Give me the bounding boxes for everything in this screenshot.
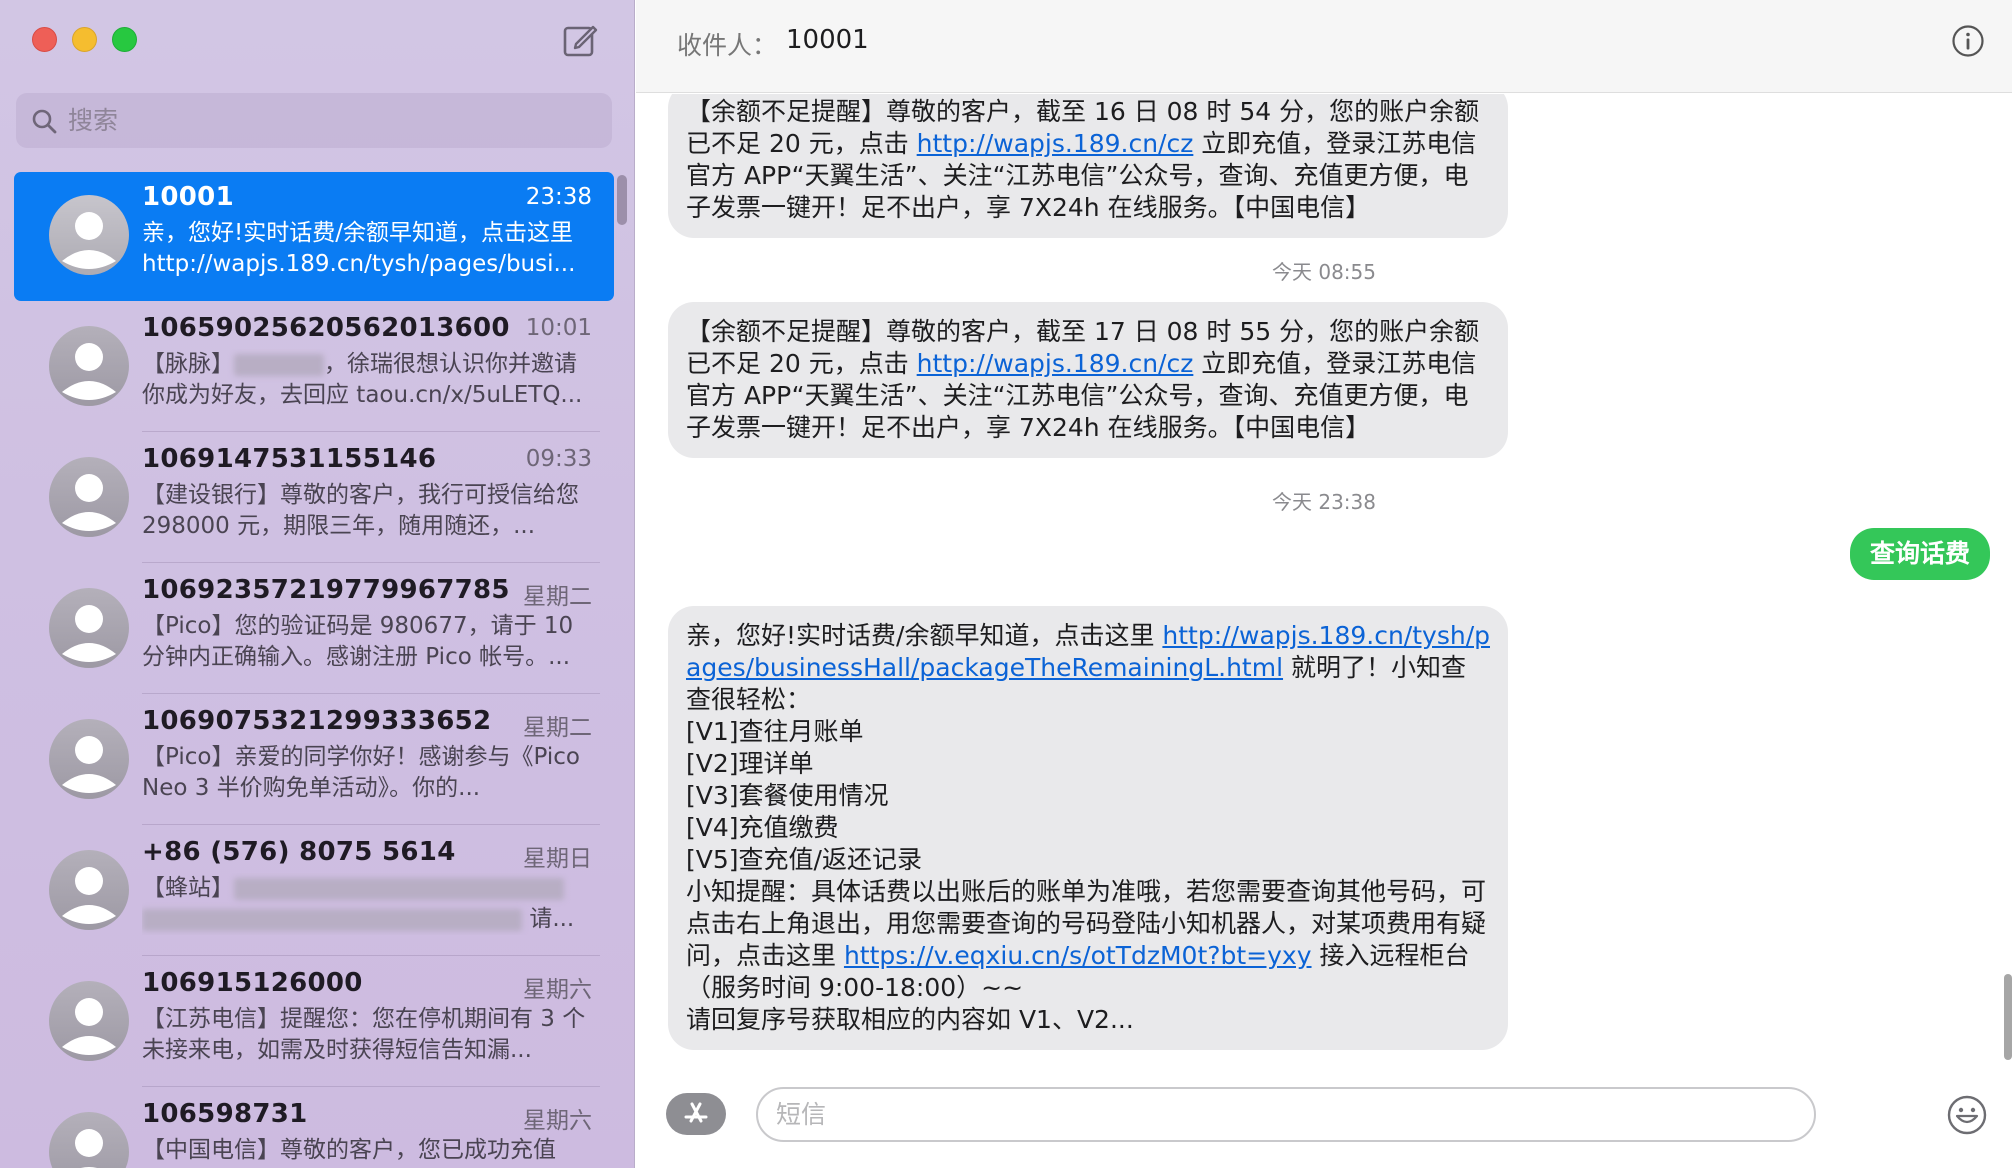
recipient-label: 收件人： <box>677 31 778 60</box>
conversation-preview: 【Pico】亲爱的同学你好！感谢参与《Pico Neo 3 半价购免单活动》。你… <box>142 744 580 801</box>
avatar <box>49 1112 129 1168</box>
conversation-name: +86 (576) 8075 5614 <box>142 837 456 867</box>
conversation-preview: 【江苏电信】提醒您：您在停机期间有 3 个未接来电，如需及时获得短信告知漏... <box>142 1006 586 1063</box>
conversation-time: 星期六 <box>523 1108 592 1134</box>
preview-prefix: 【脉脉】 <box>142 351 234 377</box>
person-icon <box>62 867 116 924</box>
conversation-time: 23:38 <box>525 184 592 210</box>
app-store-icon <box>684 1102 708 1123</box>
search-icon <box>32 109 57 133</box>
preview-text: 请... <box>529 906 575 932</box>
sidebar: 10001 23:38 亲，您好!实时话费/余额早知道，点击这里 http://… <box>0 0 635 1168</box>
window-controls <box>32 27 137 52</box>
message-link[interactable]: http://wapjs.189.cn/cz <box>917 129 1194 158</box>
person-icon <box>62 998 116 1055</box>
person-icon <box>62 736 116 793</box>
person-icon <box>75 1129 103 1168</box>
incoming-message: 亲，您好!实时话费/余额早知道，点击这里 http://wapjs.189.cn… <box>668 606 1508 1050</box>
maximize-window-button[interactable] <box>112 27 137 52</box>
conversation-preview: 【Pico】您的验证码是 980677，请于 10 分钟内正确输入。感谢注册 P… <box>142 613 574 670</box>
avatar <box>49 719 129 799</box>
conversation-time: 星期日 <box>523 846 592 872</box>
message-text: 请回复序号获取相应的内容如 V1、V2... <box>686 1005 1134 1034</box>
message-transcript: 【余额不足提醒】尊敬的客户，截至 16 日 08 时 54 分，您的账户余额已不… <box>636 94 2012 1054</box>
message-link[interactable]: https://v.eqxiu.cn/s/otTdzM0t?bt=yxy <box>844 941 1312 970</box>
message-text: 亲，您好!实时话费/余额早知道，点击这里 <box>686 621 1163 650</box>
transcript-scrollbar[interactable] <box>2004 974 2012 1060</box>
app-store-button[interactable] <box>666 1093 726 1135</box>
conversation-item[interactable]: 1069075321299333652 星期二 【Pico】亲爱的同学你好！感谢… <box>0 694 620 825</box>
conversation-item[interactable]: 1069235721977996778­5 星期二 【Pico】您的验证码是 9… <box>0 563 620 694</box>
conversation-name: 1069075321299333652 <box>142 706 492 736</box>
avatar <box>49 457 129 537</box>
conversation-preview: 【建设银行】尊敬的客户，我行可授信给您 298000 元，期限三年，随用随还，.… <box>142 482 579 539</box>
conversation-preview: 【中国电信】尊敬的客户，您已成功充值 <box>142 1137 556 1163</box>
search-field[interactable] <box>16 93 612 148</box>
conversation-time: 10:01 <box>525 315 592 341</box>
avatar <box>49 326 129 406</box>
minimize-window-button[interactable] <box>72 27 97 52</box>
conversation-name: 1065902562056201360­0 <box>142 313 510 343</box>
sidebar-scrollbar[interactable] <box>617 175 627 225</box>
conversation-name: 106598731 <box>142 1099 308 1129</box>
incoming-message: 【余额不足提醒】尊敬的客户，截至 16 日 08 时 54 分，您的账户余额已不… <box>668 94 1508 238</box>
timestamp: 今天 23:38 <box>1272 490 1376 514</box>
info-icon[interactable] <box>1951 24 1985 58</box>
person-icon <box>62 212 116 269</box>
person-icon <box>62 343 116 400</box>
conversation-preview: 亲，您好!实时话费/余额早知道，点击这里 http://wapjs.189.cn… <box>142 220 576 277</box>
preview-prefix: 【蜂站】 <box>142 875 234 901</box>
conversation-preview: 【脉脉】 ，徐瑞很想认识你并邀请你成为好友，去回应 taou.cn/x/5uLET… <box>142 349 588 411</box>
conversation-preview: 【蜂站】 请... <box>142 873 588 935</box>
conversation-time: 星期六 <box>523 977 592 1003</box>
composer-bar <box>636 1085 2012 1145</box>
person-icon <box>62 474 116 531</box>
recipient-field[interactable]: 10001 <box>786 25 869 55</box>
menu-option: [V4]充值缴费 <box>686 813 839 842</box>
menu-option: [V1]查往月账单 <box>686 717 864 746</box>
conversation-time: 星期二 <box>523 715 592 741</box>
conversation-name: 106915126000 <box>142 968 363 998</box>
avatar <box>49 195 129 275</box>
conversation-pane: 收件人： 10001 【余额不足提醒】尊敬的客户，截至 16 日 08 时 54… <box>636 0 2012 1168</box>
avatar <box>49 588 129 668</box>
menu-option: [V2]理详单 <box>686 749 814 778</box>
conversation-item[interactable]: 1065902562056201360­0 10:01 【脉脉】 ，徐瑞很想认识你… <box>0 301 620 432</box>
conversation-item[interactable]: +86 (576) 8075 5614 星期日 【蜂站】 请... <box>0 825 620 956</box>
conversation-item[interactable]: 106914753115514­6 09:33 【建设银行】尊敬的客户，我行可授… <box>0 432 620 563</box>
avatar <box>49 981 129 1061</box>
menu-option: [V5]查充值/返还记录 <box>686 845 922 874</box>
conversation-name: 106914753115514­6 <box>142 444 437 474</box>
conversation-list: 10001 23:38 亲，您好!实时话费/余额早知道，点击这里 http://… <box>0 170 620 1168</box>
avatar <box>49 850 129 930</box>
person-icon <box>62 605 116 662</box>
conversation-time: 星期二 <box>523 584 592 610</box>
redacted-text <box>234 353 324 376</box>
conversation-item[interactable]: 10001 23:38 亲，您好!实时话费/余额早知道，点击这里 http://… <box>0 170 620 301</box>
timestamp: 今天 08:55 <box>1272 260 1376 284</box>
compose-icon[interactable] <box>562 22 598 58</box>
outgoing-message: 查询话费 <box>1849 528 1990 580</box>
message-link[interactable]: http://wapjs.189.cn/cz <box>917 349 1194 378</box>
conversation-header: 收件人： 10001 <box>636 0 2012 93</box>
emoji-icon[interactable] <box>1946 1094 1988 1136</box>
conversation-time: 09:33 <box>525 446 592 472</box>
close-window-button[interactable] <box>32 27 57 52</box>
conversation-item[interactable]: 106598731 星期六 【中国电信】尊敬的客户，您已成功充值 <box>0 1087 620 1168</box>
conversation-name: 10001 <box>142 182 234 212</box>
incoming-message: 【余额不足提醒】尊敬的客户，截至 17 日 08 时 55 分，您的账户余额已不… <box>668 302 1508 458</box>
menu-option: [V3]套餐使用情况 <box>686 781 889 810</box>
conversation-item[interactable]: 106915126000 星期六 【江苏电信】提醒您：您在停机期间有 3 个未接… <box>0 956 620 1087</box>
redacted-text <box>234 877 564 900</box>
conversation-name: 1069235721977996778­5 <box>142 575 510 605</box>
search-input[interactable] <box>68 106 588 135</box>
redacted-text <box>142 908 522 931</box>
message-input[interactable] <box>756 1087 1816 1142</box>
